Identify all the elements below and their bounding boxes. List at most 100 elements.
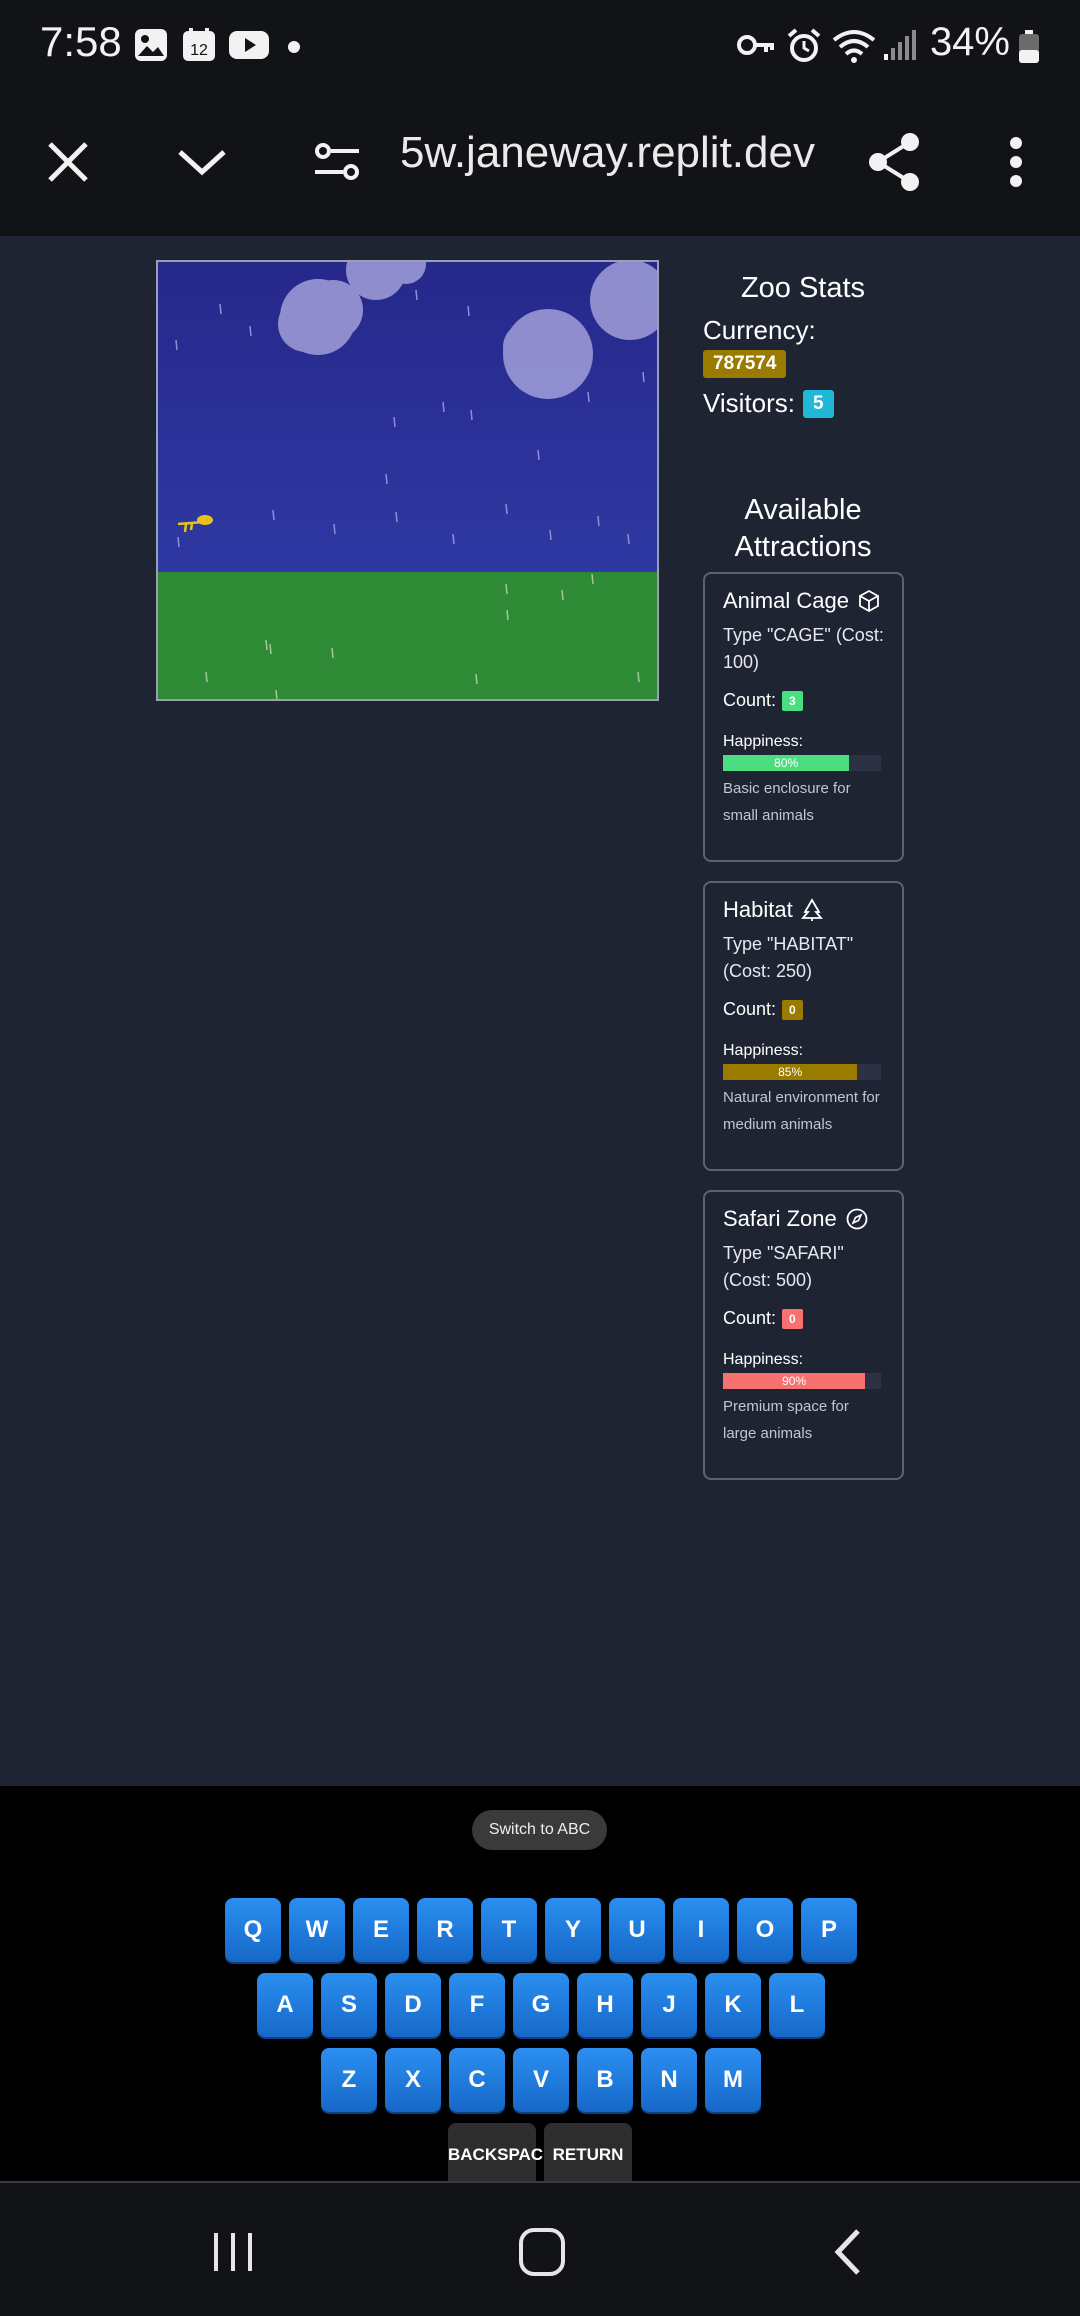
available-attractions-title: Available Attractions [703, 492, 903, 566]
key-e[interactable]: E [353, 1898, 409, 1962]
happiness-label: Happiness: [723, 733, 804, 750]
attractions-title-line1: Available [744, 494, 862, 526]
attraction-name: Habitat [723, 897, 793, 922]
key-y[interactable]: Y [545, 1898, 601, 1962]
box-icon [859, 589, 879, 613]
key-k[interactable]: K [705, 1973, 761, 2037]
attraction-name: Safari Zone [723, 1206, 837, 1231]
on-screen-keyboard: Switch to ABC Q W E R T Y U I O P A S D … [0, 1786, 1080, 2187]
key-l[interactable]: L [769, 1973, 825, 2037]
attraction-card-habitat[interactable]: Habitat Type "HABITAT" (Cost: 250) Count… [703, 881, 904, 1171]
zoo-stats-panel: Zoo Stats Currency: 787574 Visitors: 5 [703, 266, 903, 419]
count-badge: 0 [782, 999, 803, 1020]
attraction-card-cage[interactable]: Animal Cage Type "CAGE" (Cost: 100) Coun… [703, 572, 904, 862]
happiness-fill: 80% [723, 755, 850, 771]
recent-apps-button[interactable] [210, 2229, 256, 2280]
compass-icon [846, 1208, 868, 1230]
key-s[interactable]: S [321, 1973, 377, 2037]
happiness-bar: 90% [723, 1373, 881, 1389]
count-badge: 0 [782, 1308, 803, 1329]
key-p[interactable]: P [801, 1898, 857, 1962]
chevron-down-icon [178, 150, 226, 176]
key-q[interactable]: Q [225, 1898, 281, 1962]
attraction-card-safari[interactable]: Safari Zone Type "SAFARI" (Cost: 500) Co… [703, 1190, 904, 1480]
key-o[interactable]: O [737, 1898, 793, 1962]
url-bar[interactable]: 5w.janeway.replit.dev [400, 128, 840, 178]
key-a[interactable]: A [257, 1973, 313, 2037]
count-label: Count: [723, 999, 777, 1019]
alarm-icon [786, 28, 822, 69]
attraction-count: Count: 3 [723, 690, 884, 711]
tune-icon [315, 143, 359, 180]
attraction-name: Animal Cage [723, 588, 849, 613]
system-nav-bar [0, 2181, 1080, 2316]
youtube-icon [228, 28, 270, 67]
battery-percent: 34% [929, 20, 1010, 64]
attraction-count: Count: 0 [723, 999, 884, 1020]
card-header: Safari Zone [723, 1206, 884, 1232]
share-button[interactable] [854, 122, 934, 202]
return-key[interactable]: RETURN [544, 2123, 632, 2187]
recents-icon [214, 2233, 252, 2271]
more-vert-icon [1010, 137, 1022, 187]
attraction-type: Type "CAGE" (Cost: 100) [723, 625, 884, 672]
happiness-fill: 90% [723, 1373, 866, 1389]
currency-value: 787574 [703, 350, 787, 378]
attractions-title-line2: Attractions [734, 531, 872, 563]
gallery-icon [134, 28, 168, 67]
back-icon [834, 2229, 860, 2275]
notification-dot-icon [288, 40, 300, 58]
attraction-type: Type "HABITAT" (Cost: 250) [723, 934, 854, 981]
currency-label: Currency: [703, 315, 816, 345]
status-time: 7:58 [40, 18, 122, 65]
key-i[interactable]: I [673, 1898, 729, 1962]
happiness-bar: 80% [723, 755, 881, 771]
key-r[interactable]: R [417, 1898, 473, 1962]
close-tab-button[interactable] [28, 122, 108, 202]
attraction-count: Count: 0 [723, 1308, 884, 1329]
attraction-type: Type "SAFARI" (Cost: 500) [723, 1243, 844, 1290]
key-m[interactable]: M [705, 2048, 761, 2112]
key-u[interactable]: U [609, 1898, 665, 1962]
attraction-description: Natural environment for medium animals [723, 1089, 880, 1133]
key-n[interactable]: N [641, 2048, 697, 2112]
browser-toolbar: 5w.janeway.replit.dev [0, 92, 1080, 236]
minimize-button[interactable] [162, 122, 242, 202]
key-f[interactable]: F [449, 1973, 505, 2037]
key-c[interactable]: C [449, 2048, 505, 2112]
more-options-button[interactable] [976, 122, 1056, 202]
back-button[interactable] [830, 2227, 864, 2282]
key-b[interactable]: B [577, 2048, 633, 2112]
key-x[interactable]: X [385, 2048, 441, 2112]
visitors-label: Visitors: [703, 388, 795, 418]
key-z[interactable]: Z [321, 2048, 377, 2112]
close-icon [48, 142, 88, 182]
key-j[interactable]: J [641, 1973, 697, 2037]
attraction-description: Basic enclosure for small animals [723, 780, 851, 824]
tree-icon [800, 898, 823, 921]
switch-to-abc-button[interactable]: Switch to ABC [472, 1810, 607, 1850]
site-settings-button[interactable] [298, 122, 378, 202]
card-header: Animal Cage [723, 588, 884, 614]
count-label: Count: [723, 690, 777, 710]
home-icon [519, 2228, 565, 2276]
calendar-icon: 12 [182, 28, 216, 67]
key-t[interactable]: T [481, 1898, 537, 1962]
signal-icon [884, 28, 916, 67]
web-page: Zoo Stats Currency: 787574 Visitors: 5 A… [0, 236, 1080, 1786]
home-button[interactable] [518, 2227, 566, 2282]
key-h[interactable]: H [577, 1973, 633, 2037]
svg-text:12: 12 [190, 42, 208, 59]
backspace-key[interactable]: BACKSPACE [448, 2123, 554, 2187]
grass [158, 572, 657, 699]
key-d[interactable]: D [385, 1973, 441, 2037]
happiness-label: Happiness: [723, 1351, 804, 1368]
zoo-game-canvas[interactable] [156, 260, 659, 701]
visitors-value: 5 [803, 389, 834, 418]
count-badge: 3 [782, 690, 803, 711]
key-g[interactable]: G [513, 1973, 569, 2037]
wifi-icon [832, 28, 876, 69]
key-v[interactable]: V [513, 2048, 569, 2112]
key-w[interactable]: W [289, 1898, 345, 1962]
vpn-key-icon [736, 28, 776, 67]
